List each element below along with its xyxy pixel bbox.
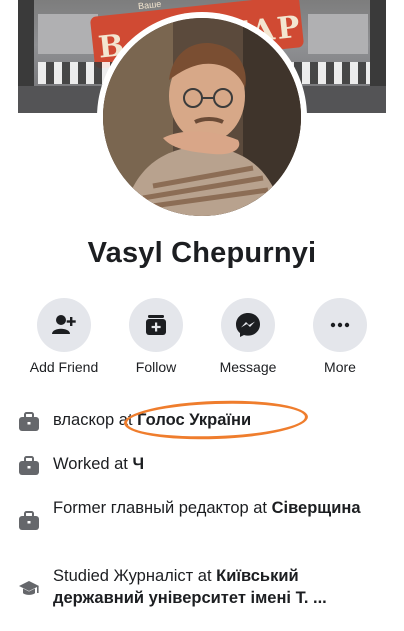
education-row[interactable]: Studied Журналіст at Київський державний… [0,565,404,613]
work-text: Former главный редактор at Сіверщина [53,497,393,519]
more-icon [313,298,367,352]
add-friend-icon [37,298,91,352]
more-label: More [324,359,356,375]
follow-label: Follow [135,359,177,375]
message-label: Message [219,359,277,375]
work-prefix: Worked at [53,455,133,473]
work-row-past[interactable]: Worked at Ч [0,453,404,479]
avatar-image [103,18,301,216]
work-row-former[interactable]: Former главный редактор at Сіверщина [0,497,404,545]
messenger-icon [221,298,275,352]
highlight-annotation [123,397,309,443]
education-text: Studied Журналіст at Київський державний… [53,565,393,609]
more-button[interactable]: More [296,298,384,375]
workplace-link[interactable]: Ч [132,455,144,473]
profile-name: Vasyl Chepurnyi [87,237,317,269]
avatar[interactable] [103,18,301,216]
cover-decoration [308,14,368,54]
workplace-link[interactable]: Сіверщина [272,499,361,517]
work-text: Worked at Ч [53,453,393,475]
follow-button[interactable]: Follow [112,298,200,375]
briefcase-icon [18,411,40,433]
message-button[interactable]: Message [204,298,292,375]
profile-actions: Add Friend Follow Message More [0,298,404,378]
add-friend-label: Add Friend [29,359,99,375]
briefcase-icon [18,455,40,477]
education-prefix: Studied Журналіст at [53,567,217,585]
graduation-cap-icon [18,578,40,600]
cover-decoration [38,14,98,54]
add-friend-button[interactable]: Add Friend [20,298,108,375]
briefcase-icon [18,510,40,532]
follow-icon [129,298,183,352]
work-prefix: Former главный редактор at [53,499,272,517]
